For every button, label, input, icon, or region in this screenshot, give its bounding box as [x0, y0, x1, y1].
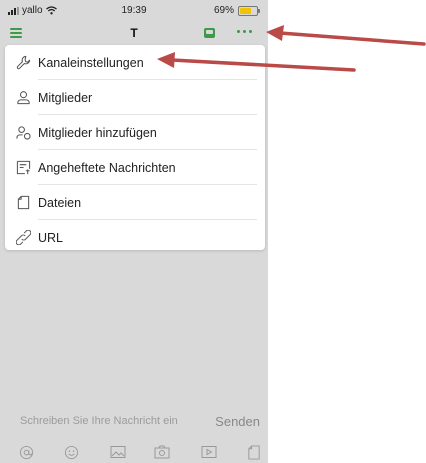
- annotation-arrows: [157, 25, 426, 72]
- arrow-to-more-options: [266, 25, 426, 46]
- arrow-to-channel-settings: [157, 52, 356, 72]
